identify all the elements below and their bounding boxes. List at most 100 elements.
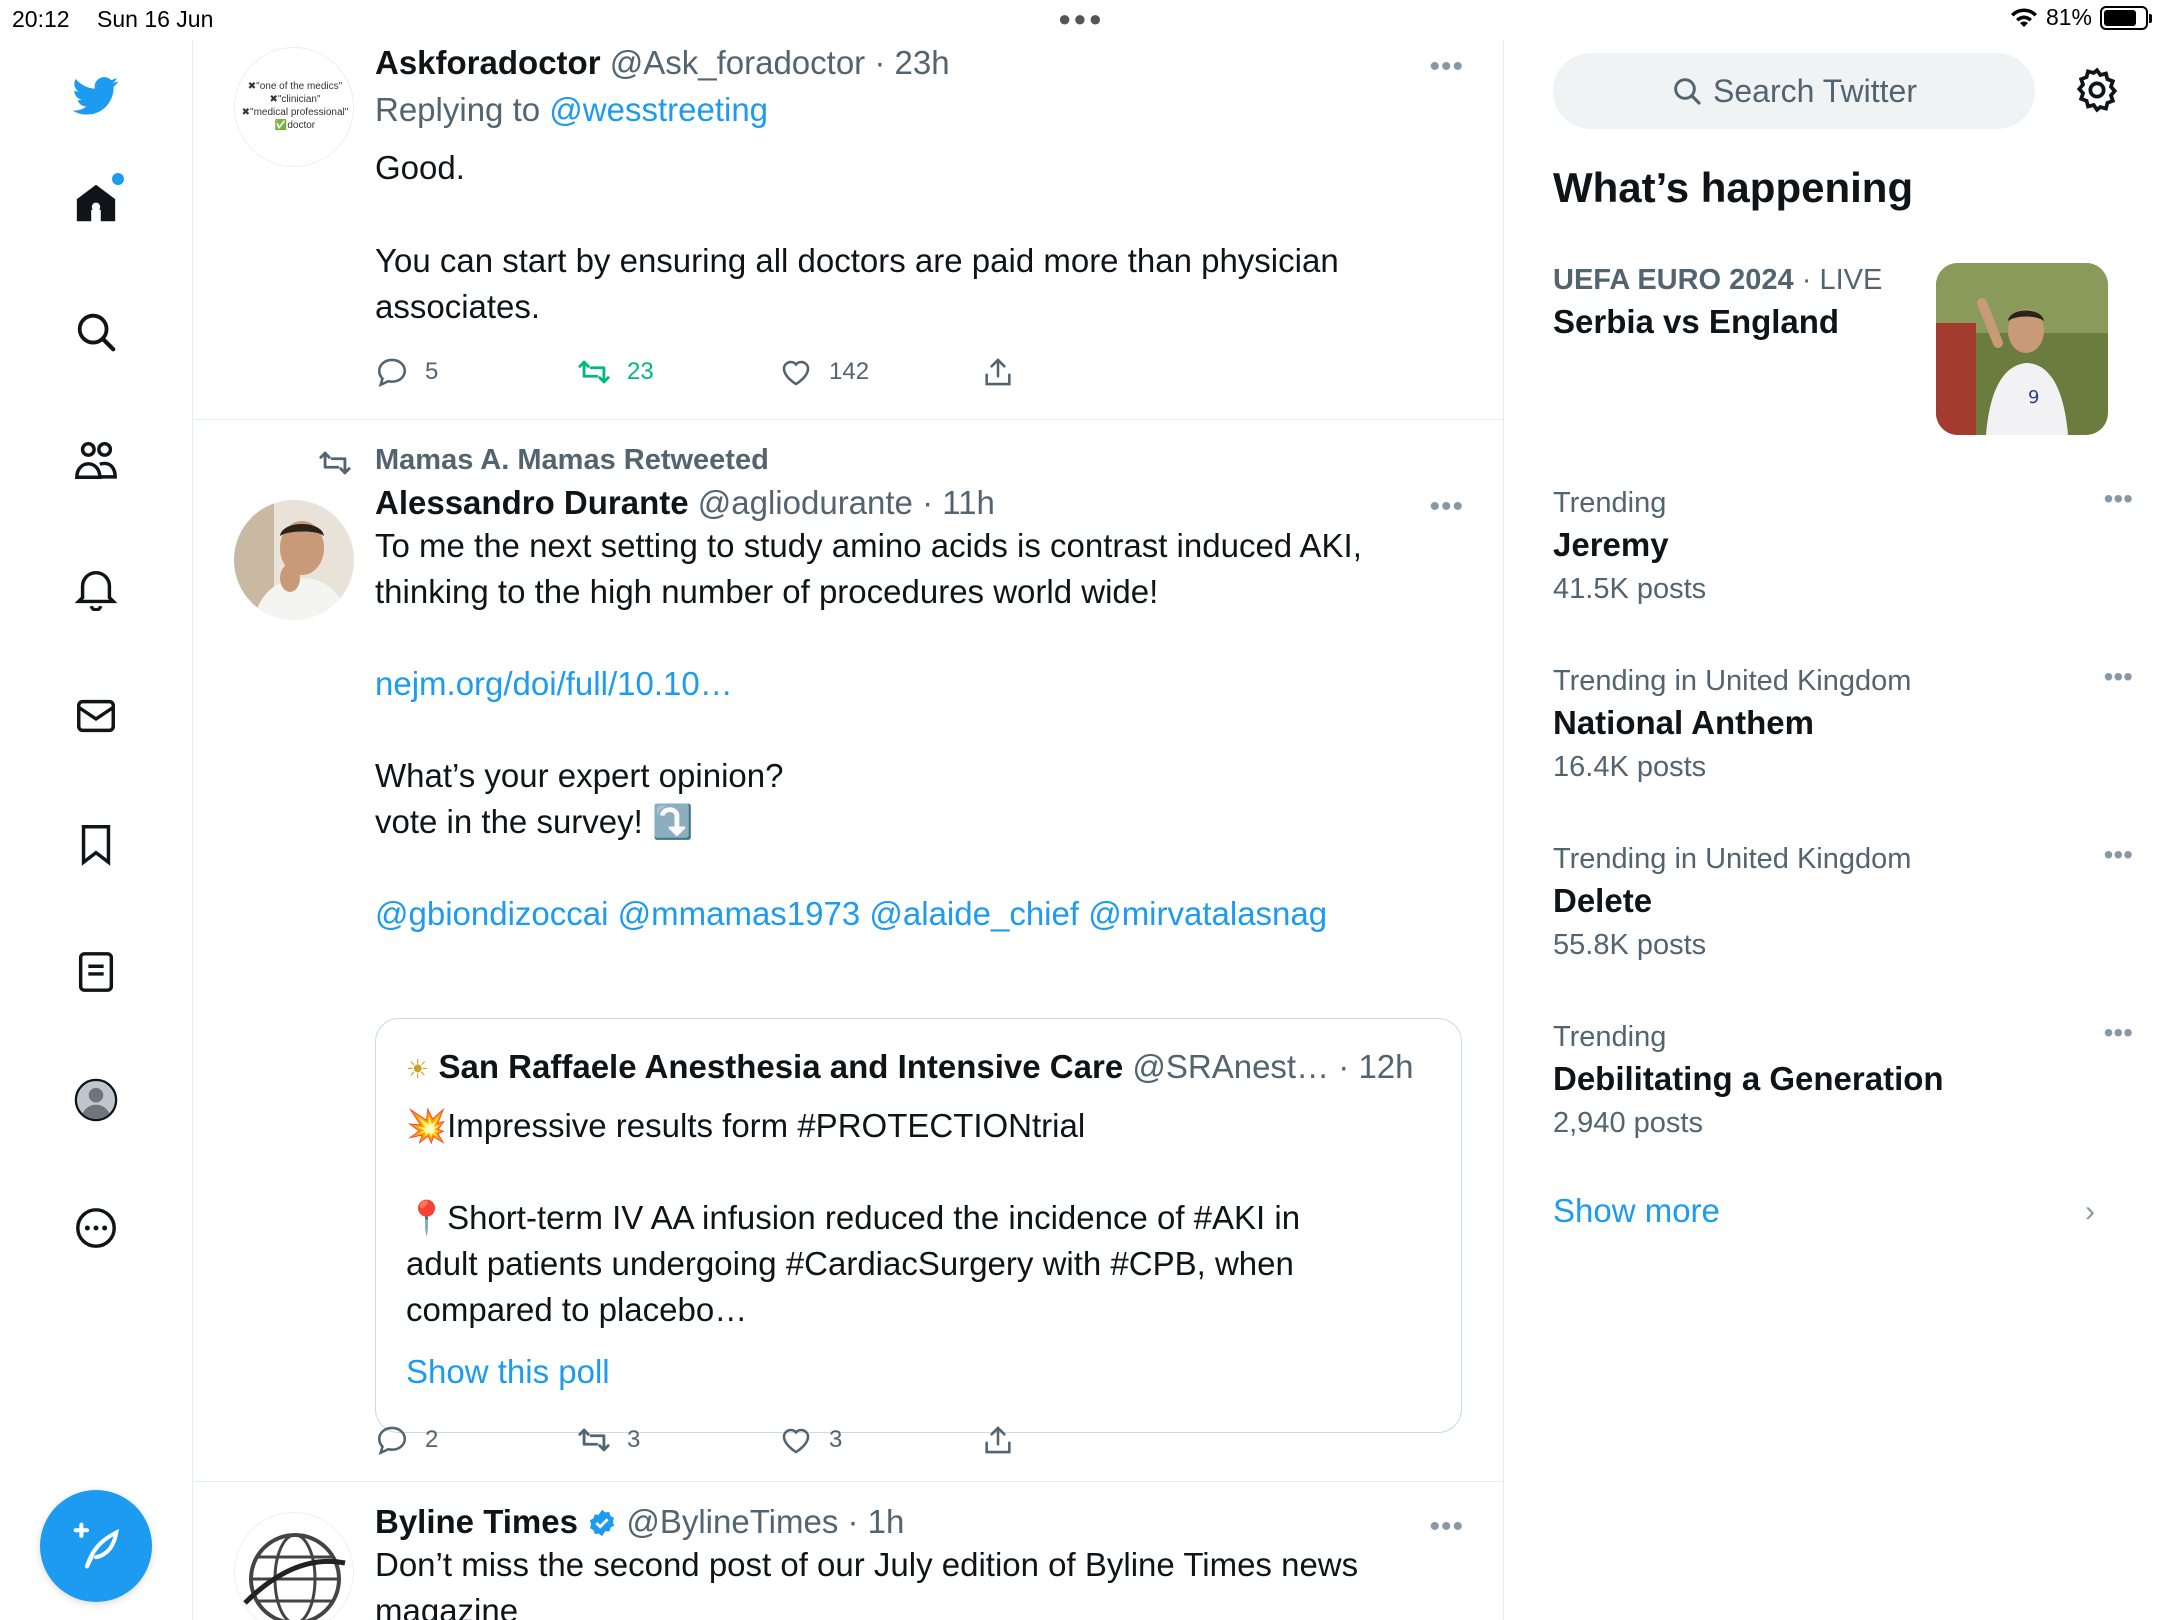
chevron-right-icon[interactable]: › bbox=[2085, 1195, 2095, 1229]
tweet-author-handle[interactable]: @Ask_foradoctor bbox=[610, 44, 865, 81]
nav-profile[interactable] bbox=[66, 1070, 126, 1130]
compose-icon bbox=[73, 1522, 119, 1569]
retweet-count: 23 bbox=[627, 358, 654, 385]
footballer-photo: 9 bbox=[1936, 263, 2108, 435]
tweet-link[interactable]: nejm.org/doi/full/10.10… bbox=[375, 661, 1464, 707]
quote-avatar-icon: ☀ bbox=[406, 1054, 430, 1084]
sidebar-nav bbox=[0, 40, 193, 1620]
retweet-icon bbox=[578, 1428, 610, 1452]
trend-more-icon[interactable]: ••• bbox=[2104, 1017, 2133, 1049]
tweet-mentions[interactable]: @gbiondizoccai @mmamas1973 @alaide_chief… bbox=[375, 891, 1464, 937]
settings-button[interactable] bbox=[2072, 65, 2122, 115]
trend-more-icon[interactable]: ••• bbox=[2104, 661, 2133, 693]
trend-more-icon[interactable]: ••• bbox=[2104, 839, 2133, 871]
avatar[interactable] bbox=[234, 1512, 354, 1620]
timeline: ✖"one of the medics" ✖"clinician" ✖"medi… bbox=[194, 40, 1504, 1620]
tweet-author-name[interactable]: Askforadoctor bbox=[375, 44, 601, 81]
tweet-author-handle[interactable]: @agliodurante bbox=[698, 484, 913, 521]
trend-count: 55.8K posts bbox=[1553, 929, 1707, 961]
quote-time[interactable]: 12h bbox=[1358, 1048, 1413, 1085]
trend-context: Trending bbox=[1553, 487, 1667, 519]
reply-button[interactable]: 2 bbox=[375, 1423, 577, 1457]
quote-separator: · bbox=[1338, 1048, 1350, 1085]
status-date: Sun 16 Jun bbox=[97, 6, 214, 32]
trend-item[interactable]: Trending in United Kingdom Delete 55.8K … bbox=[1553, 839, 2133, 967]
status-time: 20:12 bbox=[12, 6, 70, 32]
right-sidebar: Search Twitter What’s happening UEFA EUR… bbox=[1505, 40, 2160, 1620]
nav-communities[interactable] bbox=[66, 430, 126, 490]
nav-search[interactable] bbox=[66, 302, 126, 362]
quote-text-line: adult patients undergoing #CardiacSurger… bbox=[406, 1245, 1294, 1282]
nav-lists[interactable] bbox=[66, 942, 126, 1002]
nav-more[interactable] bbox=[66, 1198, 126, 1258]
like-count: 142 bbox=[829, 358, 870, 385]
gear-icon bbox=[2076, 67, 2118, 113]
show-poll-link[interactable]: Show this poll bbox=[406, 1349, 1431, 1395]
quote-text-line: compared to placebo… bbox=[406, 1291, 748, 1328]
like-count: 3 bbox=[829, 1426, 843, 1453]
tweet-separator: · bbox=[874, 44, 886, 81]
nav-messages[interactable] bbox=[66, 686, 126, 746]
reply-handle-link[interactable]: @wesstreeting bbox=[549, 91, 768, 128]
communities-icon bbox=[75, 441, 117, 479]
share-button[interactable] bbox=[981, 1423, 1183, 1457]
show-more-link[interactable]: Show more bbox=[1553, 1192, 1720, 1230]
search-box[interactable]: Search Twitter bbox=[1553, 53, 2035, 129]
reply-button[interactable]: 5 bbox=[375, 355, 577, 389]
avatar[interactable] bbox=[234, 500, 354, 620]
tweet[interactable]: Mamas A. Mamas Retweeted Alessandro Dura… bbox=[194, 420, 1503, 1482]
nav-bookmarks[interactable] bbox=[66, 814, 126, 874]
tweet-author-name[interactable]: Byline Times bbox=[375, 1503, 578, 1540]
tweet[interactable]: Byline Times @BylineTimes · 1h Don’t mis… bbox=[194, 1482, 1503, 1620]
avatar[interactable]: ✖"one of the medics" ✖"clinician" ✖"medi… bbox=[234, 47, 354, 167]
like-button[interactable]: 3 bbox=[779, 1423, 981, 1457]
share-icon bbox=[985, 1426, 1011, 1454]
quote-author-name[interactable]: San Raffaele Anesthesia and Intensive Ca… bbox=[438, 1048, 1123, 1085]
heart-icon bbox=[782, 360, 810, 386]
trend-context: Trending bbox=[1553, 1021, 1667, 1053]
tweet-time[interactable]: 1h bbox=[868, 1503, 905, 1540]
tweet-content: Askforadoctor @Ask_foradoctor · 23h Repl… bbox=[375, 43, 1464, 330]
tweet-more-icon[interactable]: ••• bbox=[1429, 490, 1464, 524]
retweet-button[interactable]: 23 bbox=[577, 355, 779, 389]
svg-text:9: 9 bbox=[2028, 387, 2039, 408]
tweet-header: Askforadoctor @Ask_foradoctor · 23h bbox=[375, 43, 1464, 83]
tweet-time[interactable]: 11h bbox=[942, 484, 995, 521]
mail-icon bbox=[77, 699, 115, 733]
nav-home[interactable] bbox=[66, 173, 126, 233]
trend-item[interactable]: Trending in United Kingdom National Anth… bbox=[1553, 661, 2133, 789]
twitter-logo[interactable] bbox=[66, 65, 126, 125]
trend-item[interactable]: Trending Debilitating a Generation 2,940… bbox=[1553, 1017, 2133, 1145]
profile-avatar-icon bbox=[74, 1078, 118, 1122]
tweet-time[interactable]: 23h bbox=[895, 44, 950, 81]
tweet[interactable]: ✖"one of the medics" ✖"clinician" ✖"medi… bbox=[194, 40, 1503, 420]
quote-body: 💥Impressive results form #PROTECTIONtria… bbox=[406, 1103, 1431, 1395]
trend-topic: Delete bbox=[1553, 882, 1653, 919]
nav-notifications[interactable] bbox=[66, 558, 126, 618]
trend-item[interactable]: Trending Jeremy 41.5K posts ••• bbox=[1553, 483, 2133, 611]
retweet-button[interactable]: 3 bbox=[577, 1423, 779, 1457]
retweeted-icon bbox=[315, 446, 359, 482]
status-right: 81% bbox=[2010, 4, 2152, 31]
compose-tweet-button[interactable] bbox=[40, 1490, 152, 1602]
euro-match-image[interactable]: 9 bbox=[1936, 263, 2108, 435]
euro-separator: · bbox=[1793, 264, 1820, 296]
avatar-text: ✖"one of the medics" ✖"clinician" ✖"medi… bbox=[235, 80, 353, 132]
tweet-more-icon[interactable]: ••• bbox=[1429, 1510, 1464, 1544]
trend-more-icon[interactable]: ••• bbox=[2104, 483, 2133, 515]
bell-icon bbox=[74, 570, 118, 611]
tweet-header: Byline Times @BylineTimes · 1h bbox=[375, 1502, 1464, 1542]
tweet-more-icon[interactable]: ••• bbox=[1429, 50, 1464, 84]
quote-tweet[interactable]: ☀ San Raffaele Anesthesia and Intensive … bbox=[375, 1018, 1462, 1433]
avatar-photo bbox=[234, 500, 354, 620]
share-button[interactable] bbox=[981, 355, 1183, 389]
retweeted-by[interactable]: Mamas A. Mamas Retweeted bbox=[375, 444, 769, 477]
tweet-author-name[interactable]: Alessandro Durante bbox=[375, 484, 689, 521]
like-button[interactable]: 142 bbox=[779, 355, 981, 389]
multitasking-dots-icon[interactable]: ●●● bbox=[1058, 6, 1104, 32]
trend-count: 41.5K posts bbox=[1553, 573, 1707, 605]
battery-percent: 81% bbox=[2045, 4, 2092, 30]
tweet-author-handle[interactable]: @BylineTimes bbox=[626, 1503, 838, 1540]
quote-author-handle[interactable]: @SRAnest… bbox=[1132, 1048, 1329, 1085]
heart-icon bbox=[782, 1428, 810, 1454]
